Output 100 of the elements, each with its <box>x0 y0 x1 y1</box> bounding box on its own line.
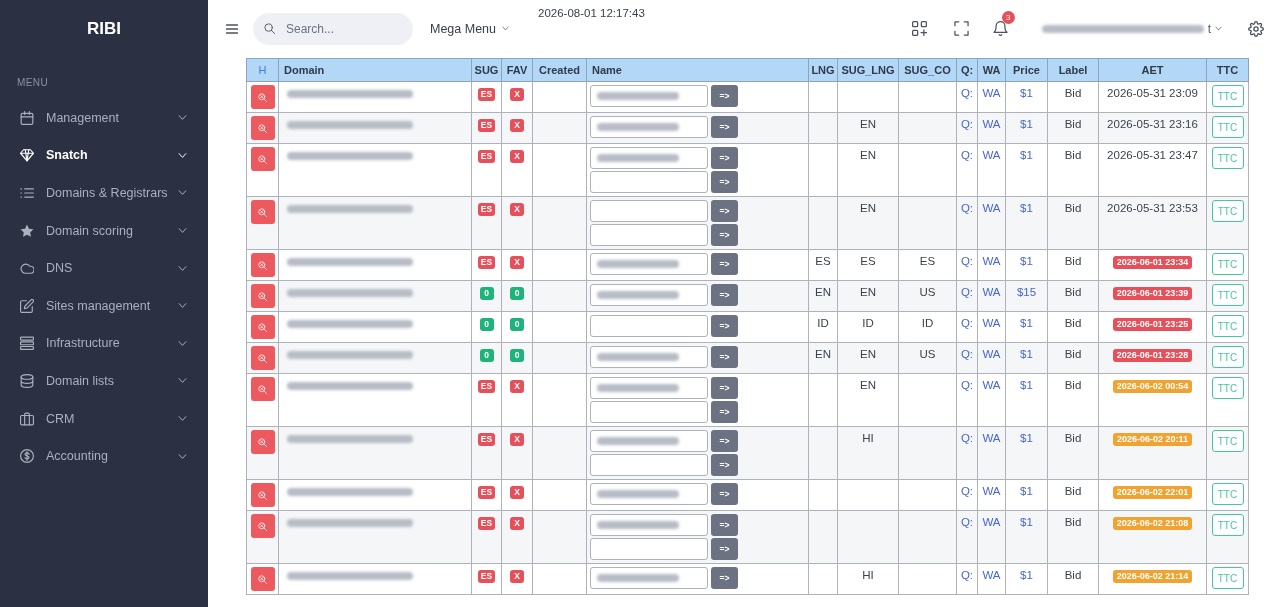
apply-button[interactable]: => <box>711 147 738 169</box>
search-button[interactable] <box>250 147 275 171</box>
apply-button[interactable]: => <box>711 224 738 246</box>
name-input[interactable] <box>590 567 708 589</box>
search-button[interactable] <box>250 116 275 140</box>
price-link[interactable]: $1 <box>1020 147 1033 163</box>
name-input[interactable] <box>590 346 708 368</box>
apply-button[interactable]: => <box>711 116 738 138</box>
column-header: FAV <box>501 58 533 82</box>
search-button[interactable] <box>250 346 275 370</box>
price-link[interactable]: $1 <box>1020 483 1033 499</box>
apply-button[interactable]: => <box>711 315 738 337</box>
name-input[interactable] <box>590 538 708 560</box>
sidebar-item[interactable]: Management <box>0 99 208 137</box>
apply-button[interactable]: => <box>711 538 738 560</box>
sidebar-item[interactable]: Domain scoring <box>0 211 208 250</box>
menu-icon[interactable] <box>225 22 239 35</box>
fullscreen-icon[interactable] <box>953 21 969 36</box>
search-button[interactable] <box>250 315 275 339</box>
sidebar-item[interactable]: Snatch <box>0 136 208 175</box>
wa-link[interactable]: WA <box>982 147 1001 163</box>
name-input[interactable] <box>590 147 708 169</box>
apply-button[interactable]: => <box>711 377 738 399</box>
wa-link[interactable]: WA <box>982 200 1001 216</box>
sidebar-item[interactable]: Domain lists <box>0 362 208 400</box>
name-input[interactable] <box>590 85 708 107</box>
q-link[interactable]: Q: <box>960 377 974 393</box>
sidebar-item[interactable]: CRM <box>0 399 208 438</box>
sidebar-item[interactable]: Domains & Registrars <box>0 174 208 212</box>
settings-icon[interactable] <box>1248 20 1264 37</box>
wa-link[interactable]: WA <box>982 377 1001 393</box>
price-link[interactable]: $1 <box>1020 346 1033 362</box>
name-input[interactable] <box>590 315 708 337</box>
search-button[interactable] <box>250 483 275 507</box>
wa-link[interactable]: WA <box>982 430 1001 446</box>
name-input[interactable] <box>590 253 708 275</box>
user-menu[interactable]: t <box>1041 21 1222 36</box>
sidebar-item[interactable]: Accounting <box>0 437 208 475</box>
apply-button[interactable]: => <box>711 454 738 476</box>
name-input[interactable] <box>590 200 708 222</box>
search-button[interactable] <box>250 85 275 109</box>
q-link[interactable]: Q: <box>960 200 974 216</box>
search-button[interactable] <box>250 430 275 454</box>
bell-icon[interactable] <box>992 21 1008 36</box>
name-input[interactable] <box>590 224 708 246</box>
name-input[interactable] <box>590 454 708 476</box>
price-link[interactable]: $1 <box>1020 514 1033 530</box>
price-link[interactable]: $1 <box>1020 377 1033 393</box>
language-code: ES <box>860 254 876 269</box>
search-button[interactable] <box>250 514 275 538</box>
q-link[interactable]: Q: <box>960 147 974 163</box>
apply-button[interactable]: => <box>711 85 738 107</box>
search-field[interactable]: Search... <box>253 12 413 45</box>
chevron-down-icon <box>1215 25 1222 32</box>
column-header: Price <box>1005 58 1048 82</box>
language-code: ID <box>817 316 829 331</box>
search-button[interactable] <box>250 377 275 401</box>
grid-plus-icon[interactable] <box>911 21 927 36</box>
name-input[interactable] <box>590 430 708 452</box>
chevron-down-icon <box>178 414 187 424</box>
column-header: Created <box>532 58 587 82</box>
name-input[interactable] <box>590 116 708 138</box>
price-link[interactable]: $1 <box>1020 200 1033 216</box>
sidebar-item[interactable]: DNS <box>0 249 208 287</box>
apply-button[interactable]: => <box>711 483 738 505</box>
apply-button[interactable]: => <box>711 567 738 589</box>
search-button[interactable] <box>250 567 275 591</box>
gem-icon <box>20 148 34 163</box>
mega-menu-button[interactable]: Mega Menu <box>430 21 509 36</box>
magnifier-icon <box>258 322 267 332</box>
search-button[interactable] <box>250 284 275 308</box>
price-link[interactable]: $1 <box>1020 430 1033 446</box>
sug-badge: ES <box>477 256 496 269</box>
name-input[interactable] <box>590 514 708 536</box>
price-link[interactable]: $1 <box>1020 116 1033 132</box>
name-input[interactable] <box>590 284 708 306</box>
apply-button[interactable]: => <box>711 253 738 275</box>
apply-button[interactable]: => <box>711 200 738 222</box>
q-link[interactable]: Q: <box>960 430 974 446</box>
name-input[interactable] <box>590 401 708 423</box>
bid-label: Bid <box>1064 515 1082 530</box>
apply-button[interactable]: => <box>711 284 738 306</box>
q-link[interactable]: Q: <box>960 514 974 530</box>
name-input[interactable] <box>590 483 708 505</box>
apply-button[interactable]: => <box>711 171 738 193</box>
name-input[interactable] <box>590 377 708 399</box>
apply-button[interactable]: => <box>711 514 738 536</box>
sidebar-item[interactable]: Sites management <box>0 286 208 325</box>
price-link[interactable]: $1 <box>1020 85 1033 101</box>
wa-link[interactable]: WA <box>982 514 1001 530</box>
price-link[interactable]: $1 <box>1020 253 1033 269</box>
name-input[interactable] <box>590 171 708 193</box>
apply-button[interactable]: => <box>711 346 738 368</box>
apply-button[interactable]: => <box>711 430 738 452</box>
price-link[interactable]: $1 <box>1020 567 1033 583</box>
sidebar-item[interactable]: Infrastructure <box>0 324 208 363</box>
search-button[interactable] <box>250 200 275 224</box>
search-button[interactable] <box>250 253 275 277</box>
apply-button[interactable]: => <box>711 401 738 423</box>
price-link[interactable]: $1 <box>1020 315 1033 331</box>
